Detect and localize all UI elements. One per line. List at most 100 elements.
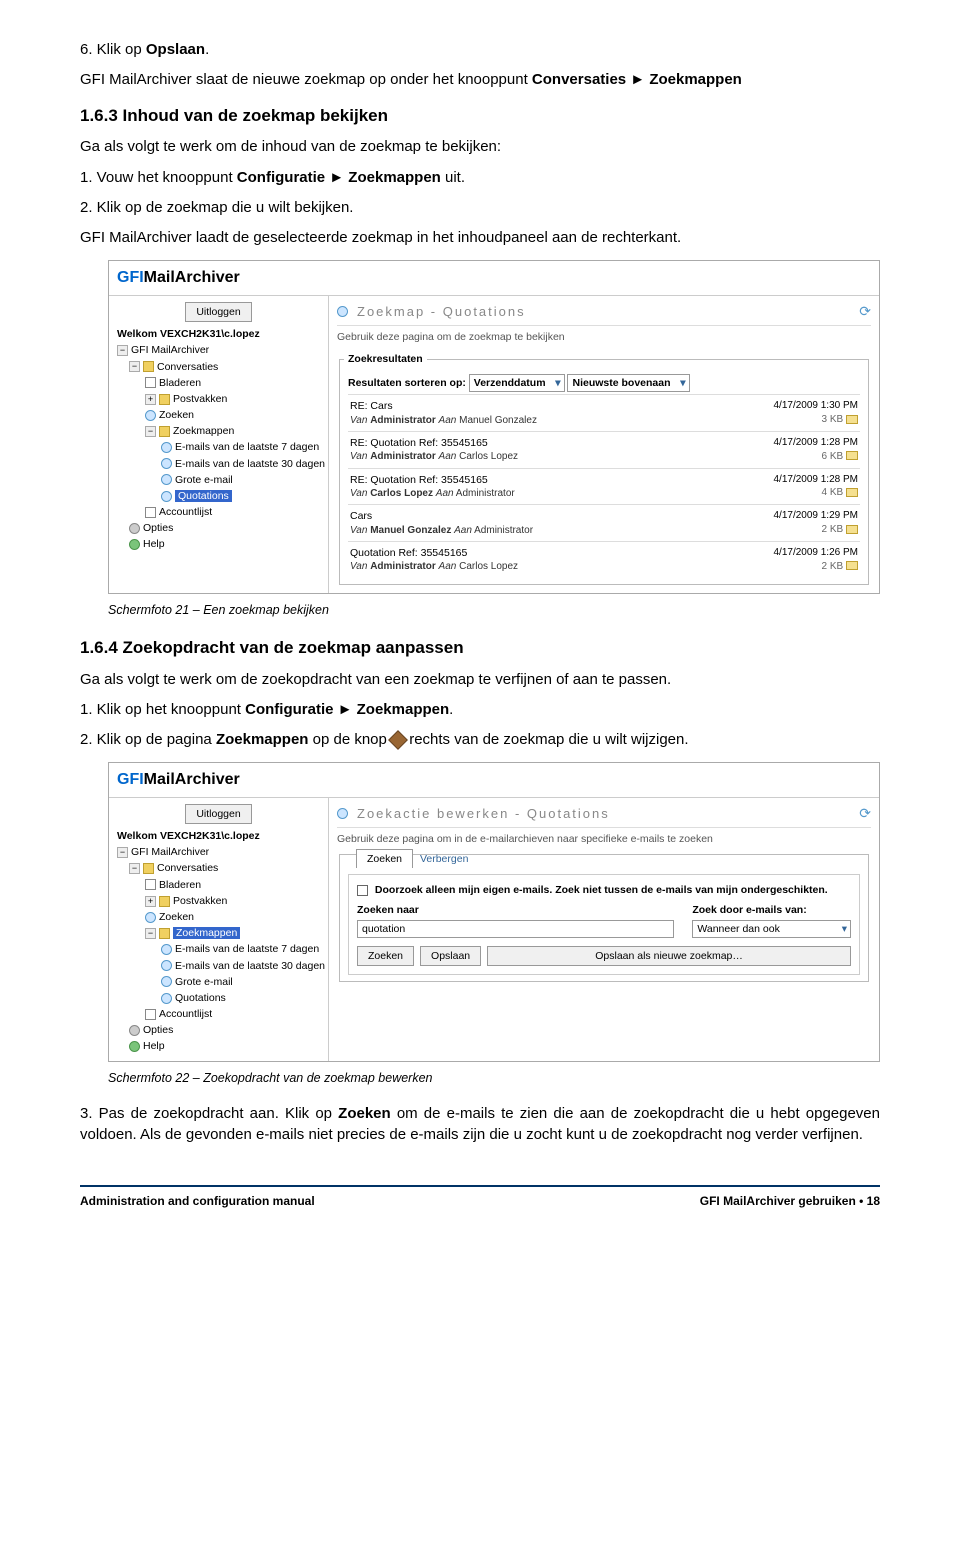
- tree-postvakken[interactable]: +Postvakken: [115, 893, 322, 909]
- text: 1. Vouw het knooppunt: [80, 169, 237, 186]
- page-icon: [145, 879, 156, 890]
- tree-zoekmappen[interactable]: −Zoekmappen: [115, 925, 322, 941]
- footer-right: GFI MailArchiver gebruiken • 18: [700, 1193, 880, 1209]
- logout-button[interactable]: Uitloggen: [185, 804, 251, 824]
- mail-row[interactable]: CarsVan Manuel Gonzalez Aan Administrato…: [348, 504, 860, 541]
- tree-opties[interactable]: Opties: [115, 1022, 322, 1038]
- results-fieldset: Zoekresultaten Resultaten sorteren op: V…: [339, 352, 869, 585]
- searchfolder-icon: [161, 960, 172, 971]
- refresh-icon[interactable]: ⟳: [859, 804, 871, 823]
- label: Zoekmappen: [173, 425, 234, 437]
- searchfolder-icon: [161, 491, 172, 502]
- caption-22: Schermfoto 22 – Zoekopdracht van de zoek…: [108, 1070, 880, 1087]
- heading-163: 1.6.3 Inhoud van de zoekmap bekijken: [80, 105, 880, 128]
- sort-row: Resultaten sorteren op: Verzenddatum Nie…: [348, 372, 860, 394]
- logo-mail: MailArchiver: [144, 267, 240, 289]
- tree-quotations[interactable]: Quotations: [115, 990, 322, 1006]
- mail-row[interactable]: RE: CarsVan Administrator Aan Manuel Gon…: [348, 394, 860, 431]
- logout-button[interactable]: Uitloggen: [185, 302, 251, 322]
- logo-bar: GFIMailArchiver: [109, 763, 879, 798]
- tree-quotations[interactable]: Quotations: [115, 488, 322, 504]
- p164-step1: 1. Klik op het knooppunt Configuratie ► …: [80, 700, 880, 720]
- envelope-icon: [846, 415, 858, 424]
- mail-fromto: Van Manuel Gonzalez Aan Administrator: [350, 524, 773, 538]
- tree-root[interactable]: −GFI MailArchiver: [115, 844, 322, 860]
- mail-row[interactable]: RE: Quotation Ref: 35545165Van Carlos Lo…: [348, 468, 860, 505]
- text: uit.: [441, 169, 465, 186]
- label: Conversaties: [157, 361, 218, 373]
- zoeken-button[interactable]: Zoeken: [357, 946, 414, 966]
- sort-field-dropdown[interactable]: Verzenddatum: [469, 374, 565, 392]
- opslaan-als-button[interactable]: Opslaan als nieuwe zoekmap…: [487, 946, 851, 966]
- search-input[interactable]: quotation: [357, 920, 674, 938]
- label: Accountlijst: [159, 506, 212, 518]
- search-for-label: Zoeken naar: [357, 903, 674, 917]
- caption-21: Schermfoto 21 – Een zoekmap bekijken: [108, 602, 880, 619]
- tree-emails30[interactable]: E-mails van de laatste 30 dagen: [115, 958, 322, 974]
- tree-root[interactable]: −GFI MailArchiver: [115, 342, 322, 358]
- titlebar: Zoekactie bewerken - Quotations ⟳: [337, 802, 871, 828]
- tab-zoeken[interactable]: Zoeken: [356, 849, 413, 868]
- opslaan-label: Opslaan: [146, 41, 205, 58]
- breadcrumb: Conversaties ► Zoekmappen: [532, 71, 742, 88]
- own-emails-checkbox[interactable]: [357, 885, 368, 896]
- sort-order-dropdown[interactable]: Nieuwste bovenaan: [567, 374, 689, 392]
- text: 3. Pas de zoekopdracht aan. Klik op: [80, 1105, 338, 1122]
- search-icon: [337, 306, 348, 317]
- text: .: [449, 701, 453, 718]
- verbergen-link[interactable]: Verbergen: [420, 853, 468, 865]
- opslaan-button[interactable]: Opslaan: [420, 946, 481, 966]
- tree-zoekmappen[interactable]: − Zoekmappen: [115, 423, 322, 439]
- search-range-label: Zoek door e-mails van:: [692, 903, 851, 917]
- welcome-text: Welkom VEXCH2K31\c.lopez: [115, 326, 322, 342]
- tree-bladeren[interactable]: Bladeren: [115, 375, 322, 391]
- tree-bladeren[interactable]: Bladeren: [115, 877, 322, 893]
- text: rechts van de zoekmap die u wilt wijzige…: [405, 731, 688, 748]
- minus-icon: −: [145, 426, 156, 437]
- mail-row[interactable]: RE: Quotation Ref: 35545165Van Administr…: [348, 431, 860, 468]
- label: E-mails van de laatste 30 dagen: [175, 458, 325, 470]
- plus-icon: +: [145, 394, 156, 405]
- label: Postvakken: [173, 895, 227, 907]
- label: E-mails van de laatste 7 dagen: [175, 441, 319, 453]
- sort-label: Resultaten sorteren op:: [348, 377, 466, 389]
- folder-icon: [159, 896, 170, 907]
- tree-emails7[interactable]: E-mails van de laatste 7 dagen: [115, 439, 322, 455]
- tree-emails7[interactable]: E-mails van de laatste 7 dagen: [115, 941, 322, 957]
- envelope-icon: [846, 561, 858, 570]
- tree-accountlijst[interactable]: Accountlijst: [115, 1006, 322, 1022]
- search-panel: Zoeken Verbergen Doorzoek alleen mijn ei…: [339, 854, 869, 982]
- label: E-mails van de laatste 7 dagen: [175, 943, 319, 955]
- mail-size: 3 KB: [773, 413, 858, 427]
- tree-grote[interactable]: Grote e-mail: [115, 472, 322, 488]
- page-subtitle: Gebruik deze pagina om in de e-mailarchi…: [337, 828, 871, 850]
- breadcrumb: Configuratie ► Zoekmappen: [245, 701, 449, 718]
- mail-subject: RE: Quotation Ref: 35545165: [350, 436, 773, 450]
- page-title: Zoekmap - Quotations: [357, 303, 526, 321]
- text: 6. Klik op: [80, 41, 146, 58]
- tree-postvakken[interactable]: + Postvakken: [115, 391, 322, 407]
- date-range-dropdown[interactable]: Wanneer dan ook: [692, 920, 851, 938]
- mail-fromto: Van Carlos Lopez Aan Administrator: [350, 487, 773, 501]
- tree-accountlijst[interactable]: Accountlijst: [115, 504, 322, 520]
- label: Opties: [143, 522, 173, 534]
- refresh-icon[interactable]: ⟳: [859, 302, 871, 321]
- searchfolder-icon: [161, 944, 172, 955]
- label: Postvakken: [173, 393, 227, 405]
- mail-size: 6 KB: [773, 450, 858, 464]
- mail-row[interactable]: Quotation Ref: 35545165Van Administrator…: [348, 541, 860, 578]
- logo-bar: GFIMailArchiver: [109, 261, 879, 296]
- tree-conversaties[interactable]: −Conversaties: [115, 860, 322, 876]
- tree-zoeken[interactable]: Zoeken: [115, 407, 322, 423]
- tree-opties[interactable]: Opties: [115, 520, 322, 536]
- tree-conversaties[interactable]: −Conversaties: [115, 359, 322, 375]
- tree-zoeken[interactable]: Zoeken: [115, 909, 322, 925]
- tree-help[interactable]: Help: [115, 536, 322, 552]
- label: Bladeren: [159, 377, 201, 389]
- tree-help[interactable]: Help: [115, 1038, 322, 1054]
- tree-emails30[interactable]: E-mails van de laatste 30 dagen: [115, 456, 322, 472]
- tree-grote[interactable]: Grote e-mail: [115, 974, 322, 990]
- page-icon: [145, 377, 156, 388]
- text: 2. Klik op de pagina: [80, 731, 216, 748]
- mail-subject: RE: Quotation Ref: 35545165: [350, 473, 773, 487]
